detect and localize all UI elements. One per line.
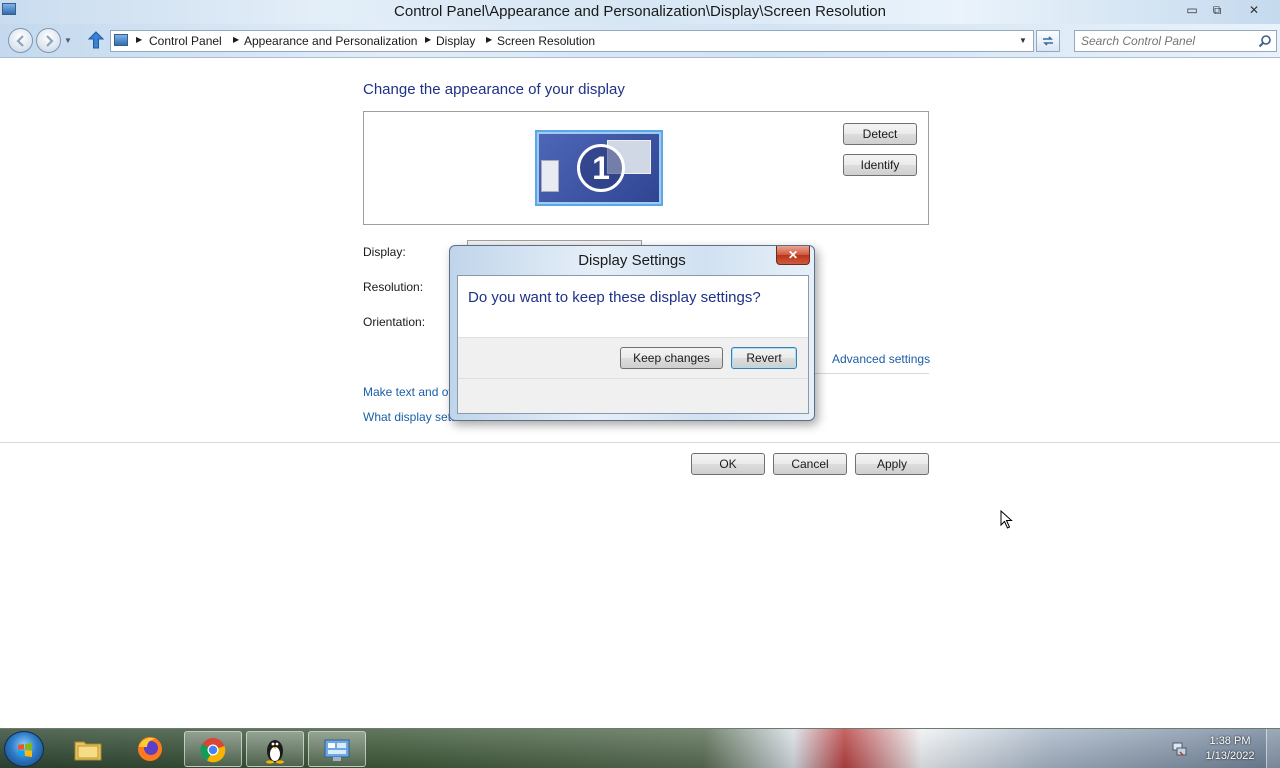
taskbar-control-panel[interactable] (308, 731, 366, 767)
taskbar: 1:38 PM 1/13/2022 (0, 728, 1280, 768)
forward-arrow-icon (45, 35, 54, 47)
monitor-number: 1 (577, 144, 625, 192)
windows-logo-icon (18, 743, 32, 757)
firefox-icon (138, 737, 162, 761)
orientation-label: Orientation: (363, 315, 426, 329)
search-icon[interactable] (1258, 34, 1272, 48)
network-icon[interactable] (1171, 741, 1187, 757)
monitor-preview-sidebar (541, 160, 559, 192)
tux-penguin-icon (266, 740, 284, 764)
search-box[interactable] (1074, 30, 1277, 52)
page-title: Change the appearance of your display (363, 81, 625, 98)
minimize-button[interactable]: ▭ (1181, 2, 1203, 19)
divider (813, 373, 929, 374)
apply-button[interactable]: Apply (855, 453, 929, 475)
forward-button[interactable] (36, 28, 61, 53)
keep-changes-button[interactable]: Keep changes (620, 347, 723, 369)
breadcrumb[interactable]: ▶ Control Panel ▶ Appearance and Persona… (110, 30, 1034, 52)
breadcrumb-separator-icon[interactable]: ▶ (425, 35, 431, 44)
chrome-icon (200, 738, 226, 763)
window-title: Control Panel\Appearance and Personaliza… (394, 3, 886, 20)
restore-button[interactable]: ⧉ (1206, 2, 1228, 19)
dialog-question: Do you want to keep these display settin… (468, 289, 761, 306)
display-label: Display: (363, 245, 406, 259)
monitor-1-tile[interactable]: 1 (535, 130, 663, 206)
dialog-button-area: Keep changes Revert (458, 337, 808, 413)
recent-pages-dropdown-icon[interactable]: ▼ (64, 36, 72, 45)
taskbar-chrome[interactable] (184, 731, 242, 767)
breadcrumb-separator-icon[interactable]: ▶ (136, 35, 142, 44)
ok-button[interactable]: OK (691, 453, 765, 475)
up-level-button[interactable] (87, 31, 105, 51)
refresh-icon (1043, 36, 1053, 46)
clock-date: 1/13/2022 (1205, 750, 1255, 762)
control-panel-icon (324, 739, 350, 761)
taskbar-firefox[interactable] (122, 731, 180, 767)
breadcrumb-control-panel[interactable]: Control Panel (149, 34, 222, 48)
dialog-close-button[interactable]: ✕ (776, 246, 810, 265)
breadcrumb-appearance[interactable]: Appearance and Personalization (244, 34, 417, 48)
breadcrumb-display[interactable]: Display (436, 34, 475, 48)
identify-button[interactable]: Identify (843, 154, 917, 176)
what-display-settings-link[interactable]: What display settings should I choose? (363, 410, 458, 424)
up-arrow-icon (87, 31, 105, 49)
revert-button[interactable]: Revert (731, 347, 797, 369)
address-dropdown-icon[interactable]: ▼ (1019, 36, 1027, 45)
control-panel-icon (114, 34, 128, 46)
make-text-larger-link[interactable]: Make text and other items larger or smal… (363, 385, 458, 399)
dialog-body: Do you want to keep these display settin… (457, 275, 809, 414)
system-clock[interactable]: 1:38 PM 1/13/2022 (1196, 734, 1264, 764)
back-button[interactable] (8, 28, 33, 53)
mouse-cursor-icon (1000, 510, 1013, 529)
search-input[interactable] (1081, 33, 1251, 49)
taskbar-tux[interactable] (246, 731, 304, 767)
address-bar: ▼ ▶ Control Panel ▶ Appearance and Perso… (0, 24, 1280, 58)
window-title-bar[interactable]: Control Panel\Appearance and Personaliza… (0, 0, 1280, 24)
file-explorer-icon (74, 741, 102, 761)
display-settings-dialog: Display Settings ✕ Do you want to keep t… (449, 245, 815, 421)
dialog-divider (458, 378, 808, 379)
show-desktop-button[interactable] (1266, 729, 1280, 768)
resolution-label: Resolution: (363, 280, 424, 294)
back-arrow-icon (15, 35, 24, 47)
dialog-title: Display Settings (578, 252, 686, 269)
start-button[interactable] (4, 731, 44, 767)
breadcrumb-screen-resolution[interactable]: Screen Resolution (497, 34, 595, 48)
close-window-button[interactable]: ✕ (1243, 2, 1265, 19)
breadcrumb-separator-icon[interactable]: ▶ (233, 35, 239, 44)
taskbar-file-explorer[interactable] (60, 731, 118, 767)
advanced-settings-link[interactable]: Advanced settings (832, 352, 930, 366)
cancel-button[interactable]: Cancel (773, 453, 847, 475)
footer-divider (0, 442, 1280, 443)
detect-button[interactable]: Detect (843, 123, 917, 145)
breadcrumb-separator-icon[interactable]: ▶ (486, 35, 492, 44)
clock-time: 1:38 PM (1209, 735, 1251, 747)
refresh-button[interactable] (1036, 30, 1060, 52)
